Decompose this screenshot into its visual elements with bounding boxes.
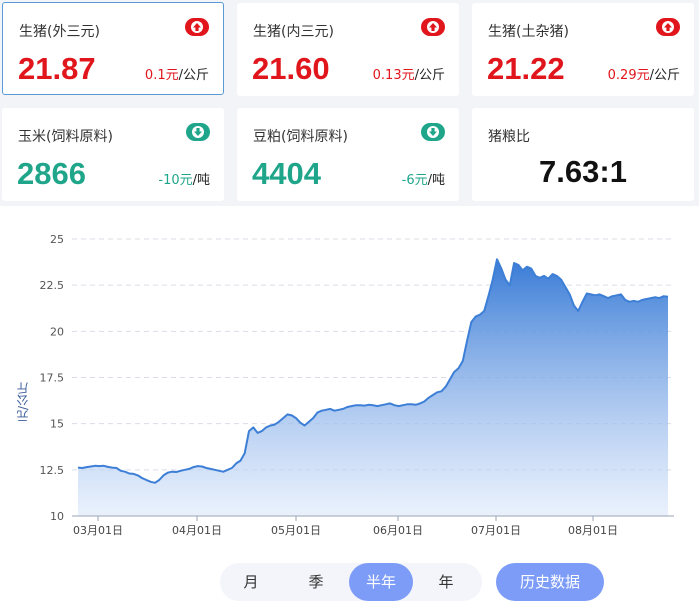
x-tick-label: 04月01日 [172,524,222,537]
card-change: 0.29元/公斤 [608,64,680,83]
card-change: -10元/吨 [158,169,210,188]
card-title: 生猪(内三元) [253,24,334,40]
card-change: 0.13元/公斤 [373,64,445,83]
card-change: 0.1元/公斤 [145,64,209,83]
card-title: 生猪(外三元) [19,24,100,40]
period-month-button[interactable]: 月 [220,563,282,601]
change-unit: /公斤 [649,68,680,83]
price-area-chart[interactable]: 25 22.5 20 17.5 15 12.5 10 03月01日 04月01日 05月01日 06… [0,206,699,546]
card-title: 豆粕(饲料原料) [253,129,348,145]
price-card-soybean-meal[interactable]: 豆粕(饲料原料) 4404 -6元/吨 [237,108,459,201]
price-card-corn[interactable]: 玉米(饲料原料) 2866 -10元/吨 [2,108,224,201]
x-tick-label: 07月01日 [471,524,521,537]
change-unit: /吨 [192,173,210,188]
y-tick-label: 22.5 [40,279,65,292]
period-selector: 月 季 半年 年 [220,563,482,601]
card-title: 猪粮比 [488,129,530,145]
card-title: 玉米(饲料原料) [18,129,113,145]
price-card-pig-neisanyuan[interactable]: 生猪(内三元) 21.60 0.13元/公斤 [237,3,459,96]
pig-grain-ratio-card[interactable]: 猪粮比 7.63:1 [472,108,694,201]
x-tick-label: 06月01日 [373,524,423,537]
x-tick-label: 03月01日 [73,524,123,537]
change-unit: /公斤 [178,68,209,83]
card-price: 21.87 [18,51,96,86]
price-chart-panel: 25 22.5 20 17.5 15 12.5 10 03月01日 04月01日 05月01日 06… [0,206,699,602]
price-card-pig-waisanyuan[interactable]: 生猪(外三元) 21.87 0.1元/公斤 [2,2,224,95]
change-value: -10元 [158,173,193,188]
arrow-up-icon [656,18,680,36]
change-unit: /吨 [427,173,445,188]
card-change: -6元/吨 [402,169,445,188]
price-card-pig-tuzazhu[interactable]: 生猪(土杂猪) 21.22 0.29元/公斤 [472,3,694,96]
ratio-value: 7.63:1 [539,154,627,189]
x-tick-label: 05月01日 [271,524,321,537]
y-tick-label: 25 [50,233,64,246]
y-axis-label: 元/公斤 [16,382,30,423]
card-title: 生猪(土杂猪) [488,24,569,40]
y-tick-label: 20 [50,325,64,338]
card-price: 2866 [17,156,86,191]
change-unit: /公斤 [414,68,445,83]
arrow-down-icon [421,123,445,141]
y-tick-label: 10 [50,510,64,523]
card-price: 21.60 [252,51,330,86]
arrow-up-icon [185,18,209,36]
x-tick-label: 08月01日 [568,524,618,537]
price-area [78,259,668,516]
card-price: 4404 [252,156,321,191]
y-tick-label: 15 [50,418,64,431]
arrow-up-icon [421,18,445,36]
period-quarter-button[interactable]: 季 [285,563,347,601]
change-value: -6元 [401,173,428,188]
change-value: 0.1元 [144,68,179,83]
y-tick-label: 17.5 [40,372,65,385]
arrow-down-icon [186,123,210,141]
period-half-year-button[interactable]: 半年 [349,563,413,601]
history-data-button[interactable]: 历史数据 [496,563,604,601]
y-tick-label: 12.5 [40,464,65,477]
change-value: 0.13元 [372,68,415,83]
change-value: 0.29元 [607,68,650,83]
period-year-button[interactable]: 年 [415,563,477,601]
card-price: 21.22 [487,51,565,86]
